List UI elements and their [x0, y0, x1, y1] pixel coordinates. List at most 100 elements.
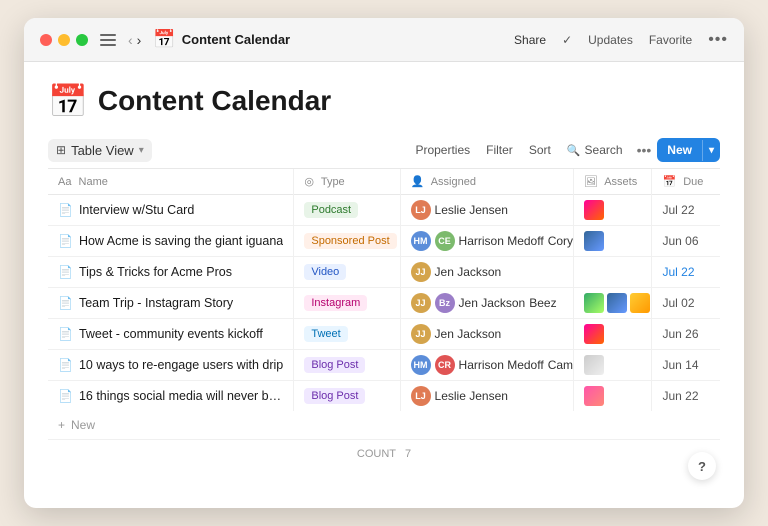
assigned-name-2: Beez	[529, 296, 556, 310]
table-view-icon: ⊞	[56, 143, 66, 157]
assigned-name: Leslie Jensen	[435, 389, 508, 403]
view-label: Table View	[71, 143, 134, 158]
more-options-icon[interactable]: •••	[708, 31, 728, 49]
add-row[interactable]: + New	[48, 411, 720, 440]
col-header-type[interactable]: ◎ Type	[294, 169, 400, 195]
cell-name: 📄 10 ways to re-engage users with drip	[58, 358, 283, 372]
menu-icon[interactable]	[100, 34, 116, 46]
favorite-button[interactable]: Favorite	[649, 33, 692, 47]
search-button[interactable]: 🔍 Search	[559, 139, 631, 161]
asset-thumbnail	[607, 293, 627, 313]
table-row[interactable]: 📄 How Acme is saving the giant iguana Sp…	[48, 226, 720, 257]
assigned-name: Leslie Jensen	[435, 203, 508, 217]
avatar: Bz	[435, 293, 455, 313]
count-row: COUNT 7	[48, 440, 720, 468]
table-row[interactable]: 📄 Tips & Tricks for Acme Pros Video JJ Jen…	[48, 257, 720, 288]
asset-thumbnail	[584, 293, 604, 313]
updates-button[interactable]: Updates	[588, 33, 633, 47]
avatar: JJ	[411, 324, 431, 344]
assigned-name: Jen Jackson	[435, 265, 502, 279]
due-date: Jun 26	[662, 327, 698, 341]
assigned-name: Jen Jackson	[435, 327, 502, 341]
col-header-name[interactable]: Aa Name	[48, 169, 294, 195]
assigned-name: Harrison Medoff	[459, 358, 544, 372]
row-doc-icon: 📄	[58, 265, 73, 279]
page-icon: 📅	[153, 29, 175, 50]
avatar: HM	[411, 355, 431, 375]
row-doc-icon: 📄	[58, 389, 73, 403]
count-label: COUNT	[357, 448, 396, 460]
assets-cell	[584, 386, 642, 406]
share-button[interactable]: Share	[514, 33, 546, 47]
titlebar-actions: Share ✓ Updates Favorite •••	[514, 31, 728, 49]
avatar: CE	[435, 231, 455, 251]
type-badge: Video	[304, 264, 346, 280]
assets-col-icon: 🖼	[584, 176, 598, 188]
avatar: LJ	[411, 200, 431, 220]
minimize-button[interactable]	[58, 34, 70, 46]
help-button[interactable]: ?	[688, 452, 716, 480]
count-value: 7	[405, 448, 411, 460]
forward-arrow[interactable]: ›	[137, 32, 142, 48]
table-row[interactable]: 📄 16 things social media will never be a…	[48, 381, 720, 412]
row-name-text: Interview w/Stu Card	[79, 203, 194, 217]
view-selector[interactable]: ⊞ Table View ▾	[48, 139, 152, 162]
add-row-icon: +	[58, 418, 65, 432]
row-doc-icon: 📄	[58, 327, 73, 341]
avatar: HM	[411, 231, 431, 251]
table-header-row: Aa Name ◎ Type 👤 Assigned 🖼	[48, 169, 720, 195]
new-button[interactable]: New ▾	[657, 138, 720, 162]
row-doc-icon: 📄	[58, 358, 73, 372]
due-date: Jul 02	[662, 296, 694, 310]
row-doc-icon: 📄	[58, 296, 73, 310]
close-button[interactable]	[40, 34, 52, 46]
page-header-icon: 📅	[48, 82, 88, 120]
row-doc-icon: 📄	[58, 203, 73, 217]
sort-button[interactable]: Sort	[521, 139, 559, 161]
cell-name: 📄 Tips & Tricks for Acme Pros	[58, 265, 283, 279]
col-header-assets[interactable]: 🖼 Assets	[573, 169, 652, 195]
assigned-cell: HMCRHarrison MedoffCamille Ricketts	[411, 355, 563, 375]
assigned-name-2: Cory Etzkorn	[548, 234, 574, 248]
due-col-icon: 📅	[662, 176, 676, 188]
content-table: Aa Name ◎ Type 👤 Assigned 🖼	[48, 169, 720, 411]
traffic-lights	[40, 34, 88, 46]
toolbar-more-icon[interactable]: •••	[631, 138, 658, 162]
avatar: LJ	[411, 386, 431, 406]
new-button-chevron-icon[interactable]: ▾	[702, 140, 720, 161]
col-header-due[interactable]: 📅 Due	[652, 169, 720, 195]
asset-thumbnail	[584, 355, 604, 375]
cell-name: 📄 Team Trip - Instagram Story	[58, 296, 283, 310]
assigned-cell: LJ Leslie Jensen	[411, 200, 563, 220]
cell-name: 📄 Tweet - community events kickoff	[58, 327, 283, 341]
assets-cell	[584, 231, 642, 251]
assigned-cell: JJBzJen JacksonBeez	[411, 293, 563, 313]
back-arrow[interactable]: ‹	[128, 32, 133, 48]
properties-button[interactable]: Properties	[407, 139, 478, 161]
table-row[interactable]: 📄 Tweet - community events kickoff Tweet…	[48, 319, 720, 350]
filter-button[interactable]: Filter	[478, 139, 521, 161]
page-header: 📅 Content Calendar	[48, 62, 720, 132]
table-row[interactable]: 📄 10 ways to re-engage users with drip B…	[48, 350, 720, 381]
add-row-label: New	[71, 418, 95, 432]
type-badge: Instagram	[304, 295, 367, 311]
cell-name: 📄 Interview w/Stu Card	[58, 203, 283, 217]
assigned-cell: JJ Jen Jackson	[411, 324, 563, 344]
assets-cell	[584, 324, 642, 344]
col-header-assigned[interactable]: 👤 Assigned	[400, 169, 573, 195]
titlebar: ‹ › 📅 Content Calendar Share ✓ Updates F…	[24, 18, 744, 62]
type-badge: Blog Post	[304, 388, 365, 404]
assigned-cell: LJ Leslie Jensen	[411, 386, 563, 406]
avatar: JJ	[411, 262, 431, 282]
assigned-col-icon: 👤	[411, 176, 425, 188]
assigned-name-2: Camille Ricketts	[548, 358, 574, 372]
asset-thumbnail	[584, 386, 604, 406]
new-button-label: New	[657, 138, 702, 162]
page-content: 📅 Content Calendar ⊞ Table View ▾ Proper…	[24, 62, 744, 508]
assets-cell	[584, 355, 642, 375]
assigned-cell: HMCEHarrison MedoffCory Etzkorn	[411, 231, 563, 251]
table-row[interactable]: 📄 Interview w/Stu Card PodcastLJLeslie J…	[48, 195, 720, 226]
assigned-name: Jen Jackson	[459, 296, 526, 310]
maximize-button[interactable]	[76, 34, 88, 46]
table-row[interactable]: 📄 Team Trip - Instagram Story Instagram J…	[48, 288, 720, 319]
